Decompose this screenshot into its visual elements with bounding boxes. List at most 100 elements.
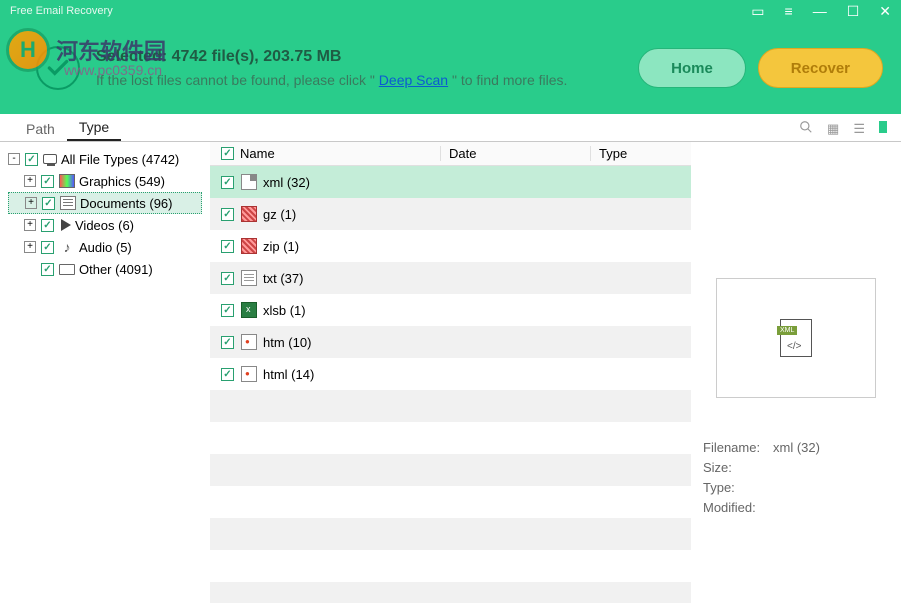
- preview-box: [716, 278, 876, 398]
- tree-item[interactable]: + Graphics (549): [8, 170, 202, 192]
- modified-label: Modified:: [703, 498, 773, 518]
- file-name: gz (1): [263, 207, 296, 222]
- audio-icon: ♪: [59, 240, 75, 254]
- expand-icon[interactable]: +: [24, 219, 36, 231]
- list-row[interactable]: zip (1): [210, 230, 691, 262]
- grid-view-icon[interactable]: ▦: [827, 121, 839, 137]
- tree-label: Graphics (549): [79, 174, 165, 189]
- size-label: Size:: [703, 458, 773, 478]
- tree-checkbox[interactable]: [41, 219, 54, 232]
- minimize-icon[interactable]: —: [813, 3, 827, 20]
- xls-file-icon: [241, 302, 257, 318]
- list-row-empty: [210, 422, 691, 454]
- sidebar: - All File Types (4742) + Graphics (549) + Do…: [0, 142, 210, 603]
- file-name: xlsb (1): [263, 303, 306, 318]
- list-row[interactable]: gz (1): [210, 198, 691, 230]
- detail-panel: Filename:xml (32) Size: Type: Modified:: [691, 142, 901, 603]
- list-view-icon[interactable]: ☰: [853, 121, 865, 137]
- selected-summary: Selected: 4742 file(s), 203.75 MB: [96, 48, 638, 66]
- list-row[interactable]: xlsb (1): [210, 294, 691, 326]
- folder-icon: [59, 264, 75, 275]
- xml-file-icon: [241, 174, 257, 190]
- list-row[interactable]: xml (32): [210, 166, 691, 198]
- app-title: Free Email Recovery: [10, 5, 751, 17]
- col-date[interactable]: Date: [440, 146, 590, 161]
- expand-icon[interactable]: +: [25, 197, 37, 209]
- search-icon[interactable]: [799, 120, 813, 137]
- tree-label: Other (4091): [79, 262, 153, 277]
- tab-path[interactable]: Path: [14, 117, 67, 141]
- tree-label: Videos (6): [75, 218, 134, 233]
- detail-view-icon[interactable]: [879, 121, 887, 136]
- tree-item[interactable]: + ♪ Audio (5): [8, 236, 202, 258]
- tree-item[interactable]: Other (4091): [8, 258, 202, 280]
- menu-icon[interactable]: ≡: [785, 3, 793, 20]
- filename-label: Filename:: [703, 438, 773, 458]
- doc-icon: [60, 196, 76, 210]
- filename-value: xml (32): [773, 440, 820, 455]
- file-name: zip (1): [263, 239, 299, 254]
- tabbar: Path Type ▦ ☰: [0, 114, 901, 142]
- hint-text: If the lost files cannot be found, pleas…: [96, 72, 638, 88]
- list-row-empty: [210, 486, 691, 518]
- html-file-icon: [241, 366, 257, 382]
- file-name: xml (32): [263, 175, 310, 190]
- file-name: htm (10): [263, 335, 311, 350]
- tree-item[interactable]: + Videos (6): [8, 214, 202, 236]
- tree-item[interactable]: - All File Types (4742): [8, 148, 202, 170]
- tree-checkbox[interactable]: [41, 263, 54, 276]
- list-row[interactable]: htm (10): [210, 326, 691, 358]
- list-row-empty: [210, 550, 691, 582]
- tree-checkbox[interactable]: [42, 197, 55, 210]
- deep-scan-link[interactable]: Deep Scan: [379, 72, 448, 88]
- tree-label: Documents (96): [80, 196, 172, 211]
- feedback-icon[interactable]: ▭: [751, 3, 764, 20]
- expand-icon[interactable]: +: [24, 175, 36, 187]
- list-row-empty: [210, 582, 691, 603]
- recover-button[interactable]: Recover: [758, 48, 883, 88]
- row-checkbox[interactable]: [221, 336, 234, 349]
- home-button[interactable]: Home: [638, 48, 746, 88]
- col-name[interactable]: Name: [240, 146, 275, 161]
- monitor-icon: [43, 154, 57, 164]
- tree-item[interactable]: + Documents (96): [8, 192, 202, 214]
- tree-label: Audio (5): [79, 240, 132, 255]
- col-type[interactable]: Type: [590, 146, 650, 161]
- list-header: Name Date Type: [210, 142, 691, 166]
- row-checkbox[interactable]: [221, 176, 234, 189]
- graphics-icon: [59, 174, 75, 188]
- tree-checkbox[interactable]: [25, 153, 38, 166]
- type-label: Type:: [703, 478, 773, 498]
- expand-icon[interactable]: -: [8, 153, 20, 165]
- hint-post: " to find more files.: [452, 72, 567, 88]
- row-checkbox[interactable]: [221, 272, 234, 285]
- tree-label: All File Types (4742): [61, 152, 179, 167]
- txt-file-icon: [241, 270, 257, 286]
- file-list: Name Date Type xml (32) gz (1) zip (1) txt …: [210, 142, 691, 603]
- tree-checkbox[interactable]: [41, 175, 54, 188]
- row-checkbox[interactable]: [221, 304, 234, 317]
- htm-file-icon: [241, 334, 257, 350]
- titlebar: Free Email Recovery ▭ ≡ — ☐ ✕: [0, 0, 901, 22]
- close-icon[interactable]: ✕: [879, 3, 891, 20]
- row-checkbox[interactable]: [221, 368, 234, 381]
- tab-type[interactable]: Type: [67, 115, 121, 141]
- status-check-icon: [36, 46, 80, 90]
- list-row-empty: [210, 390, 691, 422]
- list-row[interactable]: txt (37): [210, 262, 691, 294]
- hint-pre: If the lost files cannot be found, pleas…: [96, 72, 379, 88]
- tree-checkbox[interactable]: [41, 241, 54, 254]
- list-row-empty: [210, 518, 691, 550]
- header: 河东软件园 www.pc0359.cn Selected: 4742 file(…: [0, 22, 901, 114]
- row-checkbox[interactable]: [221, 208, 234, 221]
- list-row[interactable]: html (14): [210, 358, 691, 390]
- gz-file-icon: [241, 206, 257, 222]
- list-row-empty: [210, 454, 691, 486]
- maximize-icon[interactable]: ☐: [847, 3, 860, 20]
- expand-icon[interactable]: +: [24, 241, 36, 253]
- xml-file-icon: [780, 319, 812, 357]
- file-name: txt (37): [263, 271, 303, 286]
- select-all-checkbox[interactable]: [221, 147, 234, 160]
- row-checkbox[interactable]: [221, 240, 234, 253]
- file-name: html (14): [263, 367, 314, 382]
